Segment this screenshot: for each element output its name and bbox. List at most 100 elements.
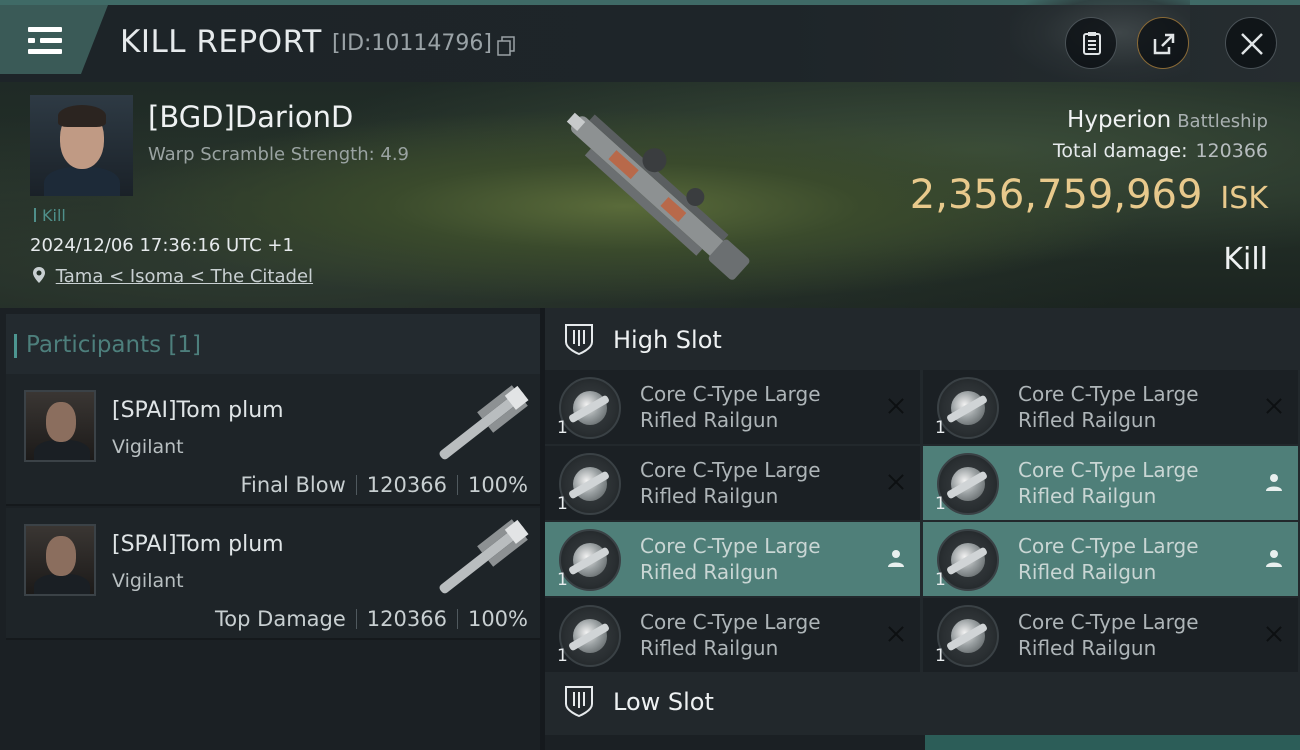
destroyed-icon [1264,624,1284,644]
participant-ship: Vigilant [112,570,184,592]
module-name: Core C-Type Large Rifled Railgun [1018,382,1199,432]
dropped-person-icon [888,550,904,567]
clipboard-button[interactable] [1065,17,1117,69]
participant-damage: 120366 [366,473,447,497]
module-quantity: 1 [935,570,946,590]
participant-stats: Top Damage 120366 100% [215,607,528,631]
participant-percent: 100% [467,473,528,497]
module-quantity: 1 [557,646,568,666]
victim-ship[interactable]: Hyperion Battleship [1067,107,1268,133]
railgun-icon [559,605,621,667]
module-item[interactable]: 1 Core C-Type Large Rifled Railgun [923,522,1298,596]
victim-header: [BGD]DarionD Warp Scramble Strength: 4.9… [0,82,1300,308]
share-icon [1153,33,1175,55]
module-name: Core C-Type Large Rifled Railgun [640,610,821,660]
module-quantity: 1 [935,494,946,514]
module-item[interactable]: 1 Core C-Type Large Rifled Railgun [923,370,1298,444]
participant-ship-image [439,519,529,594]
ship-name: Hyperion [1067,107,1172,133]
victim-pilot-name[interactable]: [BGD]DarionD [148,100,353,134]
report-id: [ID:10114796] [332,31,492,56]
destroyed-icon [886,624,906,644]
module-item[interactable]: 1 Core C-Type Large Rifled Railgun [545,598,920,672]
participant-damage: 120366 [366,607,447,631]
high-slot-header: High Slot [545,308,1300,370]
dropped-person-icon [1266,474,1282,491]
module-quantity: 1 [557,494,568,514]
kill-location[interactable]: Tama < Isoma < The Citadel [32,266,313,287]
module-name: Core C-Type Large Rifled Railgun [1018,610,1199,660]
participant-name[interactable]: [SPAI]Tom plum [112,398,284,423]
location-pin-icon [33,267,45,283]
module-item[interactable]: 1 Core C-Type Large Rifled Railgun [545,370,920,444]
participant-row[interactable]: [SPAI]Tom plum Vigilant Final Blow 120366… [6,374,540,506]
module-item[interactable]: 1 Core C-Type Large Rifled Railgun [923,598,1298,672]
top-bar: KILL REPORT [ID:10114796] [0,0,1300,82]
victim-portrait[interactable] [30,95,133,196]
isk-unit: ISK [1220,181,1268,216]
participant-ship-image [439,385,529,460]
copy-icon[interactable] [497,36,515,56]
victim-ship-image [566,112,750,280]
fitting-panel: High Slot 1 Core C-Type Large Rifled Rail… [545,308,1300,750]
low-slot-icon [565,686,593,718]
module-name: Core C-Type Large Rifled Railgun [640,382,821,432]
isk-amount: 2,356,759,969 [909,172,1203,218]
low-slot-label: Low Slot [613,688,714,716]
isk-value: 2,356,759,969 ISK [910,172,1268,218]
low-slot-header: Low Slot [545,670,1300,732]
railgun-icon [937,453,999,515]
high-slot-label: High Slot [613,326,722,354]
page-title: KILL REPORT [120,24,322,60]
close-button[interactable] [1225,17,1277,69]
low-slot-modules-peek[interactable] [545,735,1300,750]
module-quantity: 1 [935,418,946,438]
module-name: Core C-Type Large Rifled Railgun [640,458,821,508]
close-icon [1241,33,1263,55]
participant-role: Final Blow [240,473,346,497]
participant-role: Top Damage [215,607,346,631]
participants-header: Participants [1] [6,314,540,374]
participants-panel: Participants [1] [SPAI]Tom plum Vigilant… [0,308,540,750]
module-item[interactable]: 1 Core C-Type Large Rifled Railgun [545,446,920,520]
warp-scramble-strength: Warp Scramble Strength: 4.9 [148,144,410,165]
total-damage-label: Total damage: [1053,140,1188,162]
share-button[interactable] [1137,17,1189,69]
railgun-icon [937,529,999,591]
participant-name[interactable]: [SPAI]Tom plum [112,532,284,557]
total-damage-value: 120366 [1195,140,1268,162]
participant-avatar[interactable] [24,390,96,462]
module-name: Core C-Type Large Rifled Railgun [640,534,821,584]
module-quantity: 1 [557,418,568,438]
clipboard-icon [1083,32,1101,55]
kill-result: Kill [1223,242,1268,277]
high-slot-icon [565,324,593,356]
total-damage: Total damage: 120366 [1053,140,1268,162]
module-name: Core C-Type Large Rifled Railgun [1018,534,1199,584]
module-quantity: 1 [557,570,568,590]
destroyed-icon [886,472,906,492]
participant-percent: 100% [467,607,528,631]
railgun-icon [559,377,621,439]
module-quantity: 1 [935,646,946,666]
module-name: Core C-Type Large Rifled Railgun [1018,458,1199,508]
railgun-icon [559,529,621,591]
kill-timestamp: 2024/12/06 17:36:16 UTC +1 [30,235,294,256]
destroyed-icon [1264,396,1284,416]
participant-row[interactable]: [SPAI]Tom plum Vigilant Top Damage 120366… [6,508,540,640]
participant-ship: Vigilant [112,436,184,458]
participants-title: Participants [1] [14,332,201,358]
destroyed-icon [886,396,906,416]
module-item[interactable]: 1 Core C-Type Large Rifled Railgun [923,446,1298,520]
railgun-icon [559,453,621,515]
location-link[interactable]: Tama < Isoma < The Citadel [56,266,313,287]
kill-tag: Kill [34,206,66,225]
menu-button[interactable] [0,5,108,74]
railgun-icon [937,377,999,439]
participant-stats: Final Blow 120366 100% [240,473,528,497]
module-item[interactable]: 1 Core C-Type Large Rifled Railgun [545,522,920,596]
dropped-person-icon [1266,550,1282,567]
ship-class: Battleship [1177,111,1268,132]
participant-avatar[interactable] [24,524,96,596]
railgun-icon [937,605,999,667]
